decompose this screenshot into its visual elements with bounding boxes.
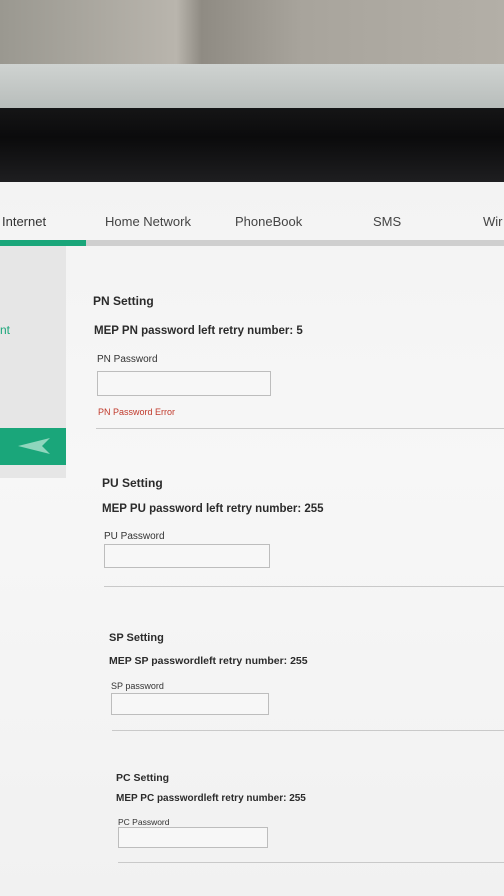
tab-internet[interactable]: Internet	[2, 214, 46, 229]
pn-password-error: PN Password Error	[98, 407, 176, 417]
pn-retry-count: MEP PN password left retry number: 5	[94, 325, 303, 337]
section-divider	[112, 730, 504, 731]
section-divider	[118, 862, 504, 863]
pn-password-input[interactable]	[97, 371, 271, 396]
sidebar-item-label[interactable]: nt	[0, 323, 10, 337]
monitor-bezel-top	[0, 64, 504, 108]
tab-home-network[interactable]: Home Network	[105, 214, 191, 229]
sp-retry-count: MEP SP passwordleft retry number: 255	[109, 655, 308, 667]
tab-phonebook[interactable]: PhoneBook	[235, 214, 302, 229]
tab-wireless[interactable]: Wir	[483, 214, 503, 229]
arrow-left-icon	[18, 438, 50, 454]
pu-setting-title: PU Setting	[102, 476, 163, 490]
pc-password-input[interactable]	[118, 827, 268, 848]
background-wall	[0, 0, 504, 64]
pc-setting-title: PC Setting	[116, 772, 170, 784]
sp-password-label: SP password	[111, 681, 164, 691]
tab-sms[interactable]: SMS	[373, 214, 401, 229]
top-navigation: Internet Home Network PhoneBook SMS Wir	[0, 182, 504, 246]
pu-password-label: PU Password	[104, 531, 165, 542]
sp-setting-title: SP Setting	[109, 632, 164, 644]
pn-setting-title: PN Setting	[93, 294, 154, 308]
sidebar-collapse-button[interactable]	[0, 428, 66, 465]
sp-password-input[interactable]	[111, 693, 269, 715]
router-settings-page: Internet Home Network PhoneBook SMS Wir …	[0, 182, 504, 896]
pc-retry-count: MEP PC passwordleft retry number: 255	[116, 793, 306, 804]
pn-password-label: PN Password	[97, 354, 158, 365]
pc-password-label: PC Password	[118, 817, 170, 827]
monitor-bezel-frame	[0, 108, 504, 182]
pu-password-input[interactable]	[104, 544, 270, 568]
section-divider	[104, 586, 504, 587]
pu-retry-count: MEP PU password left retry number: 255	[102, 503, 324, 515]
section-divider	[96, 428, 504, 429]
